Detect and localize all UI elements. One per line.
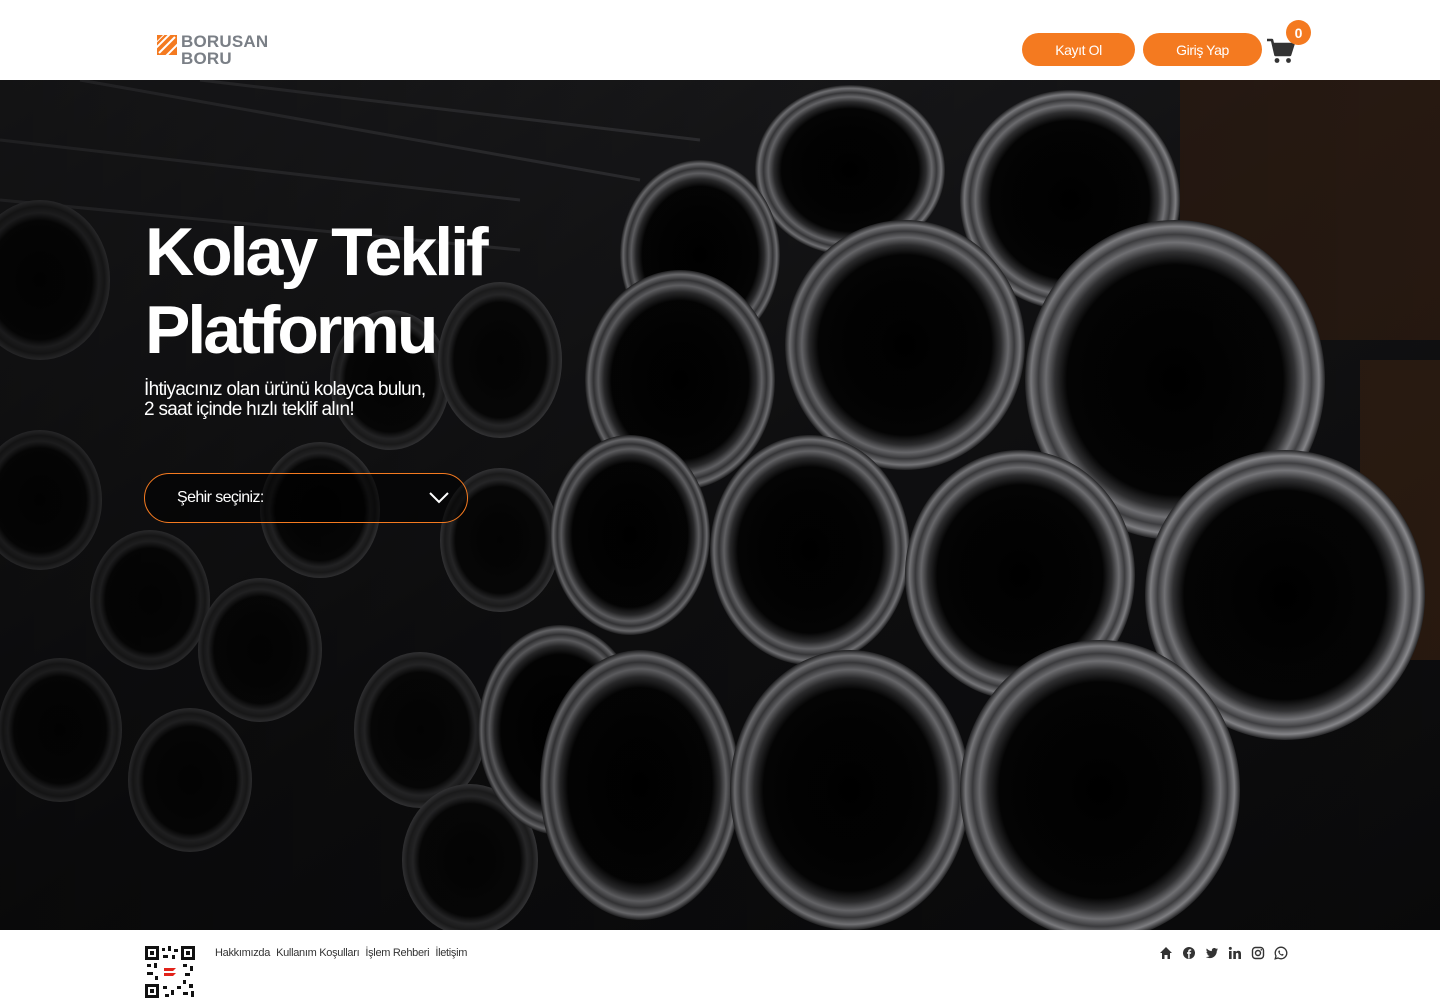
linkedin-icon[interactable] xyxy=(1228,946,1242,960)
city-select-label: Şehir seçiniz: xyxy=(177,489,264,506)
footer-links: Hakkımızda Kullanım Koşulları İşlem Rehb… xyxy=(215,947,467,959)
site-footer: Hakkımızda Kullanım Koşulları İşlem Rehb… xyxy=(0,930,1440,1000)
qr-code-image xyxy=(145,946,195,998)
logo-wordmark: BORUSAN BORU xyxy=(181,33,268,67)
footer-link-about[interactable]: Hakkımızda xyxy=(215,947,270,959)
chevron-down-icon xyxy=(429,492,449,504)
register-button[interactable]: Kayıt Ol xyxy=(1022,33,1135,66)
cart-count-badge: 0 xyxy=(1286,20,1311,45)
hero-subtitle: İhtiyacınız olan ürünü kolayca bulun, 2 … xyxy=(144,379,426,420)
login-button[interactable]: Giriş Yap xyxy=(1143,33,1262,66)
social-links xyxy=(1159,946,1288,960)
footer-link-terms[interactable]: Kullanım Koşulları xyxy=(276,947,360,959)
logo-line-1: BORUSAN xyxy=(181,32,269,51)
instagram-icon[interactable] xyxy=(1251,946,1265,960)
borusan-logo[interactable]: BORUSAN BORU xyxy=(157,33,268,67)
city-select-dropdown[interactable]: Şehir seçiniz: xyxy=(144,473,468,523)
facebook-icon[interactable] xyxy=(1182,946,1196,960)
logo-line-2: BORU xyxy=(181,49,232,68)
twitter-icon[interactable] xyxy=(1205,946,1219,960)
hero-title: Kolay Teklif Platformu xyxy=(145,214,489,368)
hero-section: Kolay Teklif Platformu İhtiyacınız olan … xyxy=(0,80,1440,930)
footer-link-guide[interactable]: İşlem Rehberi xyxy=(365,947,429,959)
borusan-logo-mark-icon xyxy=(157,35,177,55)
whatsapp-icon[interactable] xyxy=(1274,946,1288,960)
footer-link-contact[interactable]: İletişim xyxy=(435,947,467,959)
home-icon[interactable] xyxy=(1159,946,1173,960)
site-header: BORUSAN BORU Kayıt Ol Giriş Yap 0 xyxy=(0,0,1440,80)
